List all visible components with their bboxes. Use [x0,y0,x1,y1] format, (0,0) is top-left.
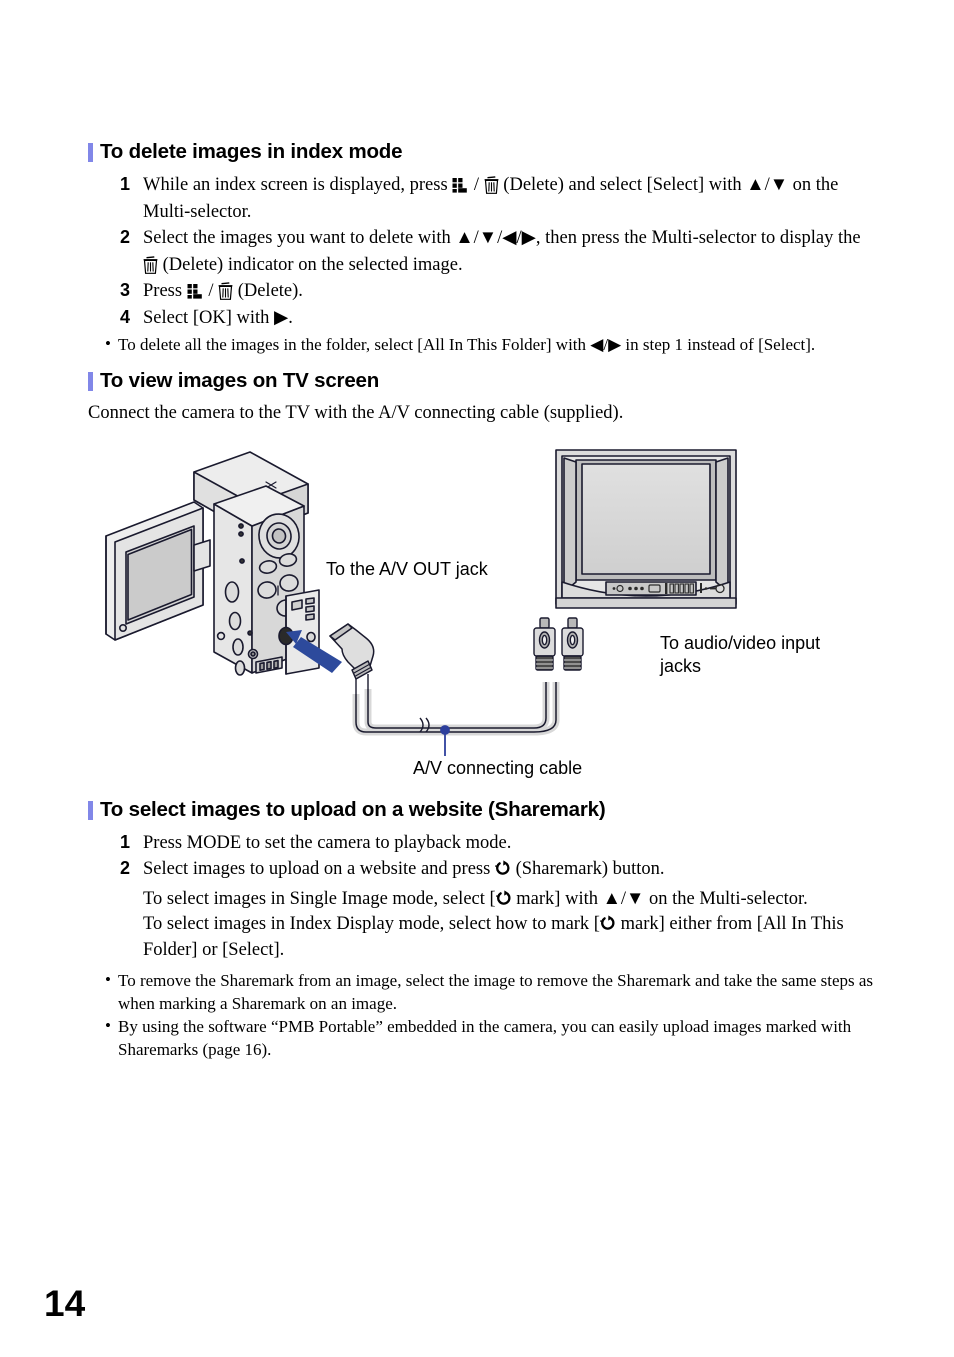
rca-plug-left [533,617,556,671]
section-heading-text: To view images on TV screen [100,369,380,392]
index-icon [187,281,204,299]
heading-accent-bar [88,800,93,820]
bullet-dot: • [105,1016,111,1035]
connection-diagram: To the A/V OUT jack To audio/video input… [90,440,880,790]
rca-plug-right [561,617,584,671]
av-connecting-cable [352,682,560,736]
note-text: By using the software “PMB Portable” emb… [118,1017,852,1059]
heading-accent-bar [88,371,93,391]
step-text: Select the images you want to delete wit… [143,228,861,275]
cable-leader [440,725,450,756]
sharemark-note: To select images in Index Display mode, … [143,914,844,960]
step-item: 4 Select [OK] with ▶. [120,305,880,332]
step-item: 1 Press MODE to set the camera to playba… [120,830,880,857]
step-item: 2 Select the images you want to delete w… [120,225,880,278]
sharemark-icon [495,889,512,906]
manual-page: To delete images in index mode 1 While a… [0,0,954,1357]
sharemark-icon [600,914,616,931]
note-bullet: • To delete all the images in the folder… [105,333,895,356]
section-heading-text: To delete images in index mode [100,140,403,163]
section-heading-text: To select images to upload on a website … [100,798,606,821]
step-item: 3 Press / (Delete). [120,278,880,305]
step-number: 2 [120,227,131,247]
note-text: To remove the Sharemark from an image, s… [118,971,874,1013]
page-number: 14 [44,1283,86,1324]
label-audio-video-input-jacks: To audio/video input jacks [660,633,821,676]
sharemark-icon [495,859,511,876]
step-number: 3 [120,280,131,300]
label-av-out-jack: To the A/V OUT jack [326,559,488,579]
delete-trash-icon [484,176,499,194]
section-heading-sharemark: To select images to upload on a website … [88,798,606,822]
note-text: To delete all the images in the folder, … [118,335,816,354]
bullet-dot: • [105,334,111,353]
bullet-dot: • [105,970,111,989]
index-icon [452,175,469,193]
step-item: 1 While an index screen is displayed, pr… [120,172,880,225]
step-number: 4 [120,307,131,327]
delete-trash-icon [143,255,158,274]
step-text: Press MODE to set the camera to playback… [143,833,512,853]
section-heading-view-tv: To view images on TV screen [88,369,379,393]
step-item: 2 Select images to upload on a website a… [120,856,880,883]
note-bullet: • By using the software “PMB Portable” e… [105,1015,880,1061]
delete-trash-icon [218,282,233,300]
step-text: Press / (Delete). [143,281,303,301]
note-bullet: • To remove the Sharemark from an image,… [105,969,880,1015]
diagram-svg [105,449,737,756]
step-number: 2 [120,858,131,878]
step-text: While an index screen is displayed, pres… [143,175,839,222]
section-heading-delete-index: To delete images in index mode [88,140,403,164]
label-av-connecting-cable: A/V connecting cable [413,758,583,778]
camera-hinge [193,539,211,572]
heading-accent-bar [88,142,93,162]
tv-set [555,449,737,609]
camera-lcd-panel [105,501,204,641]
step-text: Select images to upload on a website and… [143,859,665,879]
step-number: 1 [120,174,131,194]
step-number: 1 [120,832,131,852]
sharemark-note: To select images in Single Image mode, s… [143,889,808,909]
step-text: Select [OK] with ▶. [143,308,293,328]
section-intro-text: Connect the camera to the TV with the A/… [88,403,624,423]
